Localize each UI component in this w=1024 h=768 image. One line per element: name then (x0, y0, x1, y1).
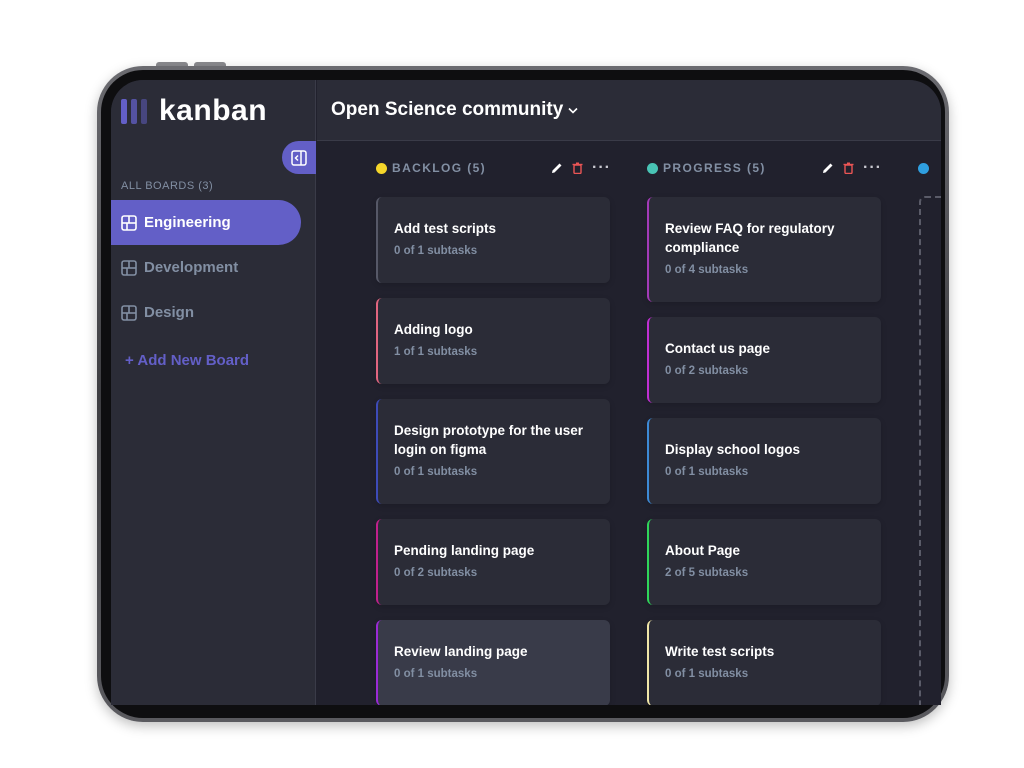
task-subtasks: 0 of 2 subtasks (394, 567, 478, 579)
task-card[interactable]: Design prototype for the user login on f… (376, 399, 610, 504)
task-card[interactable]: About Page 2 of 5 subtasks (647, 519, 881, 605)
board-icon (121, 214, 137, 231)
board-title-dropdown[interactable]: Open Science community (331, 99, 578, 121)
column-title: PROGRESS (5) (663, 161, 766, 175)
pencil-icon (552, 163, 562, 173)
more-options-icon[interactable]: ··· (592, 160, 611, 176)
task-card[interactable]: Display school logos 0 of 1 subtasks (647, 418, 881, 504)
delete-column-button[interactable] (572, 162, 583, 174)
more-options-icon[interactable]: ··· (863, 160, 882, 176)
task-title: Display school logos (665, 442, 801, 457)
logo-text: kanban (159, 94, 268, 127)
board-icon (121, 259, 137, 276)
task-title: Add test scripts (394, 221, 497, 236)
task-subtasks: 0 of 1 subtasks (394, 668, 478, 680)
column-header-progress: PROGRESS (5) ··· (647, 158, 882, 178)
sidebar: kanban ALL BOARDS (3) Engineering Develo… (111, 80, 316, 705)
column-actions: ··· (822, 158, 882, 178)
board-icon (121, 304, 137, 321)
app-logo: kanban (121, 94, 267, 128)
task-subtasks: 1 of 1 subtasks (394, 346, 478, 358)
trash-icon (843, 162, 854, 174)
task-title: Write test scripts (665, 644, 775, 659)
task-title: Review FAQ for regulatory compliance (665, 221, 835, 255)
column-header-partial (918, 158, 941, 178)
all-boards-label: ALL BOARDS (3) (121, 180, 214, 192)
sidebar-item-design[interactable]: Design (111, 290, 301, 335)
pencil-icon (823, 163, 833, 173)
task-card[interactable]: Add test scripts 0 of 1 subtasks (376, 197, 610, 283)
chevron-down-icon (568, 107, 578, 114)
edit-column-button[interactable] (551, 162, 563, 174)
trash-icon (572, 162, 583, 174)
page-title: Open Science community (331, 99, 564, 120)
task-subtasks: 0 of 1 subtasks (665, 668, 749, 680)
app-screen: kanban ALL BOARDS (3) Engineering Develo… (111, 80, 941, 705)
column-status-dot (376, 162, 387, 174)
hide-sidebar-button[interactable] (282, 141, 316, 174)
sidebar-item-label: Development (144, 259, 239, 276)
sidebar-item-engineering[interactable]: Engineering (111, 200, 301, 245)
task-card[interactable]: Write test scripts 0 of 1 subtasks (647, 620, 881, 705)
task-title: Adding logo (394, 322, 473, 337)
task-card[interactable]: Review FAQ for regulatory compliance 0 o… (647, 197, 881, 302)
column-title: BACKLOG (5) (392, 161, 487, 175)
task-subtasks: 0 of 1 subtasks (665, 466, 749, 478)
column-header-backlog: BACKLOG (5) ··· (376, 158, 611, 178)
task-title: Contact us page (665, 341, 771, 356)
task-title: Review landing page (394, 644, 528, 659)
logo-icon (121, 98, 147, 124)
task-card[interactable]: Contact us page 0 of 2 subtasks (647, 317, 881, 403)
task-subtasks: 0 of 4 subtasks (665, 264, 749, 276)
column-actions: ··· (551, 158, 611, 178)
column-status-dot (918, 162, 929, 174)
task-title: Pending landing page (394, 543, 535, 558)
task-subtasks: 0 of 1 subtasks (394, 466, 478, 478)
task-title: Design prototype for the user login on f… (394, 423, 584, 457)
sidebar-item-label: Engineering (144, 214, 231, 231)
add-new-board-button[interactable]: + Add New Board (125, 352, 249, 369)
sidebar-item-label: Design (144, 304, 195, 321)
board-header: Open Science community (317, 80, 941, 141)
collapse-sidebar-icon (291, 149, 307, 166)
column-status-dot (647, 162, 658, 174)
edit-column-button[interactable] (822, 162, 834, 174)
task-card[interactable]: Pending landing page 0 of 2 subtasks (376, 519, 610, 605)
task-card[interactable]: Review landing page 0 of 1 subtasks (376, 620, 610, 705)
task-title: About Page (665, 543, 741, 558)
task-subtasks: 0 of 2 subtasks (665, 365, 749, 377)
new-column-placeholder[interactable] (919, 196, 941, 705)
task-subtasks: 2 of 5 subtasks (665, 567, 749, 579)
task-subtasks: 0 of 1 subtasks (394, 245, 478, 257)
sidebar-item-development[interactable]: Development (111, 245, 301, 290)
delete-column-button[interactable] (843, 162, 854, 174)
task-card[interactable]: Adding logo 1 of 1 subtasks (376, 298, 610, 384)
